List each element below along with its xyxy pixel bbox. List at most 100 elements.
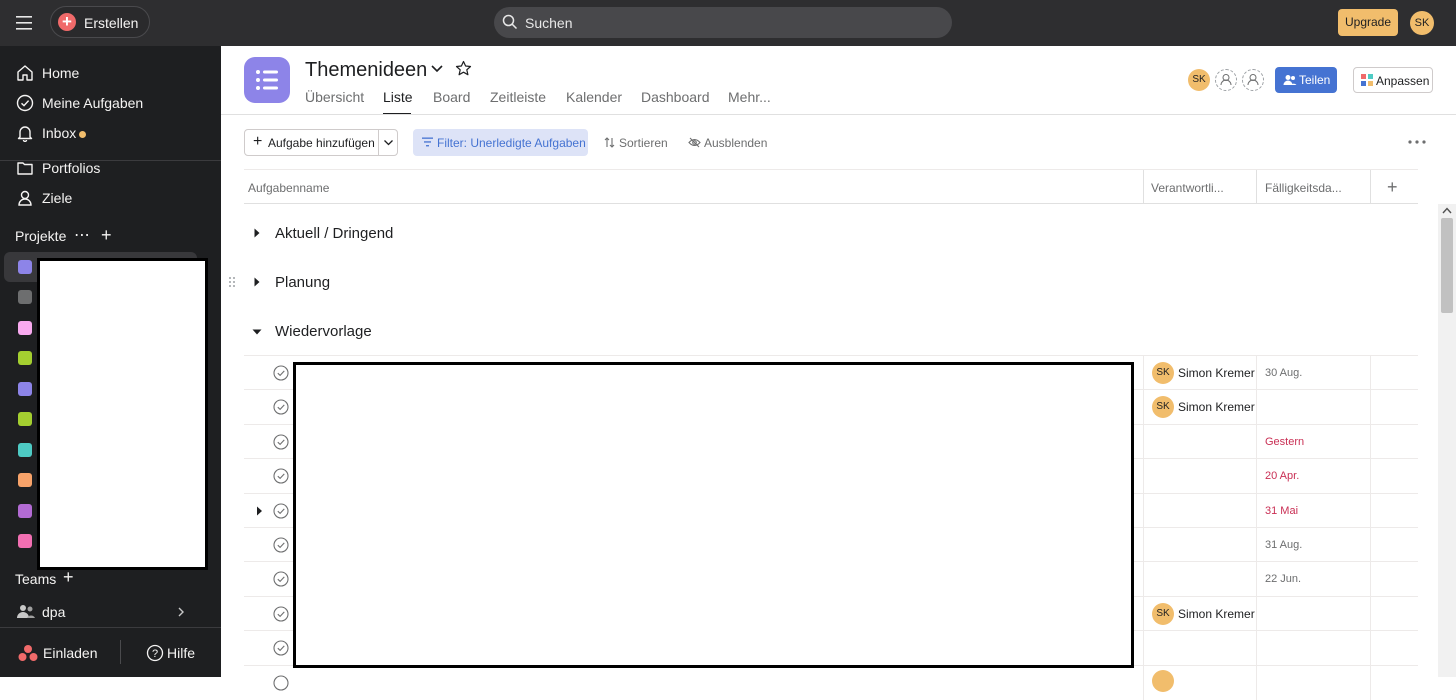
- plus-icon: +: [58, 13, 76, 31]
- customize-label: Anpassen: [1376, 74, 1430, 88]
- sidebar-item-portfolios[interactable]: Portfolios: [0, 154, 221, 184]
- add-task-button[interactable]: + Aufgabe hinzufügen: [245, 130, 378, 155]
- drag-handle-icon[interactable]: [228, 276, 236, 288]
- project-color-square[interactable]: [18, 321, 32, 335]
- sort-icon: [604, 137, 615, 148]
- eye-off-icon: [688, 137, 701, 148]
- add-team-icon[interactable]: +: [63, 568, 74, 586]
- complete-task-icon[interactable]: [273, 434, 289, 450]
- filter-button[interactable]: Filter: Unerledigte Aufgaben: [413, 129, 588, 156]
- project-title: Themenideen: [305, 59, 428, 81]
- tab-list[interactable]: Liste: [383, 89, 413, 105]
- tab-more[interactable]: Mehr...: [728, 89, 771, 105]
- project-color-square[interactable]: [18, 351, 32, 365]
- column-header-name[interactable]: Aufgabenname: [248, 181, 329, 195]
- project-color-square[interactable]: [18, 443, 32, 457]
- due-date[interactable]: 31 Mai: [1265, 505, 1298, 517]
- complete-task-icon[interactable]: [273, 399, 289, 415]
- add-member-icon[interactable]: [1215, 69, 1237, 91]
- share-button[interactable]: Teilen: [1275, 67, 1337, 93]
- complete-task-icon[interactable]: [273, 675, 289, 691]
- customize-button[interactable]: Anpassen: [1353, 67, 1433, 93]
- column-divider: [1143, 170, 1144, 204]
- project-icon[interactable]: [244, 57, 290, 103]
- project-color-square[interactable]: [18, 260, 32, 274]
- section-header[interactable]: Planung: [229, 266, 1418, 300]
- scroll-up-icon[interactable]: [1442, 207, 1452, 214]
- tab-timeline[interactable]: Zeitleiste: [490, 89, 546, 105]
- caret-right-icon[interactable]: [253, 228, 261, 238]
- complete-task-icon[interactable]: [273, 571, 289, 587]
- cell-divider: [1143, 562, 1144, 596]
- scroll-thumb[interactable]: [1441, 218, 1453, 313]
- complete-task-icon[interactable]: [273, 365, 289, 381]
- complete-task-icon[interactable]: [273, 503, 289, 519]
- sidebar-item-inbox[interactable]: Inbox: [0, 119, 221, 149]
- caret-right-icon[interactable]: [253, 277, 261, 287]
- tab-overview[interactable]: Übersicht: [305, 89, 364, 105]
- unread-dot: [79, 131, 86, 138]
- caret-down-icon[interactable]: [252, 328, 262, 336]
- teams-heading: Teams: [15, 571, 57, 587]
- complete-task-icon[interactable]: [273, 640, 289, 656]
- due-date[interactable]: 22 Jun.: [1265, 573, 1301, 585]
- project-color-square[interactable]: [18, 290, 32, 304]
- due-date[interactable]: 31 Aug.: [1265, 539, 1302, 551]
- column-header-assignee[interactable]: Verantwortli...: [1151, 181, 1224, 195]
- help-label: Hilfe: [167, 645, 196, 661]
- star-icon[interactable]: [455, 60, 472, 77]
- table-row[interactable]: [244, 665, 1418, 700]
- home-icon: [16, 64, 34, 82]
- add-project-icon[interactable]: +: [101, 226, 112, 244]
- search-input[interactable]: Suchen: [494, 7, 952, 38]
- project-color-square[interactable]: [18, 382, 32, 396]
- column-divider: [1256, 170, 1257, 204]
- cell-divider: [1370, 459, 1371, 493]
- add-member-icon[interactable]: [1242, 69, 1264, 91]
- complete-task-icon[interactable]: [273, 468, 289, 484]
- scrollbar[interactable]: [1438, 204, 1456, 677]
- project-color-square[interactable]: [18, 473, 32, 487]
- cell-divider: [1370, 356, 1371, 390]
- sidebar-item-label: Home: [42, 65, 80, 81]
- people-icon: [1283, 73, 1297, 87]
- redacted-task-names: [293, 362, 1134, 668]
- project-color-square[interactable]: [18, 412, 32, 426]
- complete-task-icon[interactable]: [273, 537, 289, 553]
- cell-divider: [1256, 356, 1257, 390]
- project-color-square[interactable]: [18, 534, 32, 548]
- more-options-icon[interactable]: [1406, 132, 1428, 152]
- member-avatar[interactable]: SK: [1188, 69, 1210, 91]
- invite-label: Einladen: [43, 645, 98, 661]
- folder-icon: [16, 159, 34, 177]
- create-button[interactable]: + Erstellen: [50, 6, 150, 38]
- add-column-icon[interactable]: +: [1387, 178, 1398, 196]
- sidebar-item-label: Meine Aufgaben: [42, 95, 144, 111]
- user-avatar[interactable]: SK: [1410, 11, 1434, 35]
- tab-calendar[interactable]: Kalender: [566, 89, 622, 105]
- chevron-down-icon[interactable]: [430, 64, 444, 74]
- section-header[interactable]: Aktuell / Dringend: [244, 217, 1418, 251]
- tab-dashboard[interactable]: Dashboard: [641, 89, 710, 105]
- complete-task-icon[interactable]: [273, 606, 289, 622]
- upgrade-button[interactable]: Upgrade: [1338, 9, 1398, 36]
- caret-right-icon[interactable]: [256, 506, 263, 516]
- project-color-square[interactable]: [18, 504, 32, 518]
- sidebar-item-team[interactable]: dpa: [0, 598, 221, 628]
- cell-divider: [1143, 528, 1144, 562]
- due-date[interactable]: 30 Aug.: [1265, 367, 1302, 379]
- cell-divider: [1370, 390, 1371, 424]
- section-header[interactable]: Wiedervorlage: [244, 315, 1418, 349]
- tab-board[interactable]: Board: [433, 89, 470, 105]
- sidebar-item-home[interactable]: Home: [0, 59, 221, 89]
- menu-icon[interactable]: [14, 13, 36, 33]
- sidebar-item-my-tasks[interactable]: Meine Aufgaben: [0, 89, 221, 119]
- due-date[interactable]: Gestern: [1265, 436, 1304, 448]
- cell-divider: [1143, 459, 1144, 493]
- add-task-dropdown[interactable]: [378, 130, 398, 155]
- column-header-due-date[interactable]: Fälligkeitsda...: [1265, 181, 1342, 195]
- more-icon[interactable]: ⋯: [74, 228, 90, 244]
- sidebar-item-goals[interactable]: Ziele: [0, 184, 221, 214]
- due-date[interactable]: 20 Apr.: [1265, 470, 1299, 482]
- sort-label: Sortieren: [619, 136, 668, 150]
